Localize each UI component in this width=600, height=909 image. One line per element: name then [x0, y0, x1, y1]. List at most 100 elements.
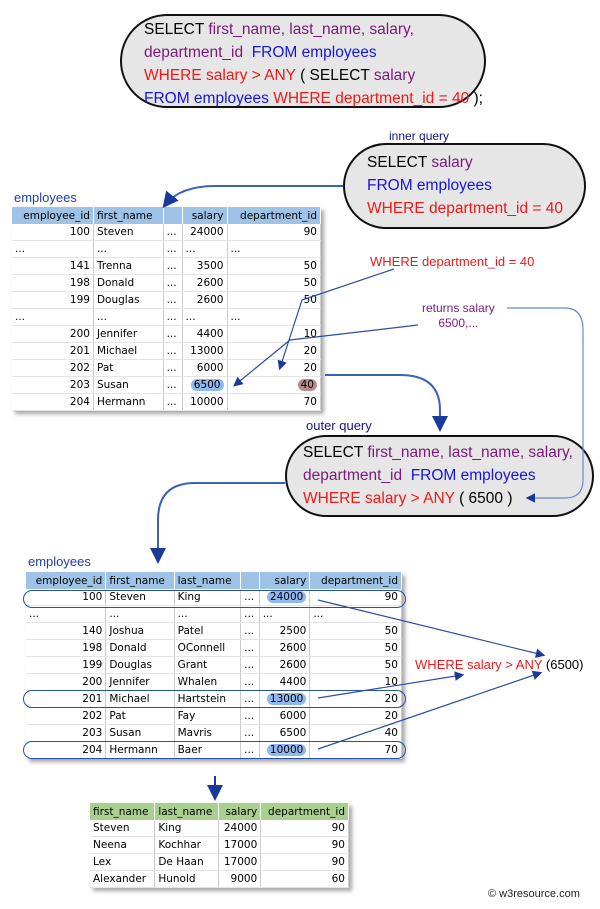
cell-value: ... [166, 328, 177, 340]
table-cell: 10 [309, 673, 402, 691]
cell-value: 202 [82, 710, 103, 722]
cell-value: Pat [109, 710, 126, 722]
table-cell: ... [163, 376, 183, 394]
cell-value: Jennifer [96, 328, 138, 340]
table-cell: ... [240, 673, 260, 691]
cell-value: ... [166, 226, 177, 238]
cell-value: ... [244, 710, 255, 722]
table-cell: ... [240, 605, 260, 623]
table-cell: Lex [90, 853, 156, 871]
column-header: department_id [260, 803, 349, 820]
cell-value: ... [166, 294, 177, 306]
table-cell: ... [240, 656, 260, 674]
query-token: WHERE salary > ANY [303, 490, 460, 507]
query-token: WHERE salary > ANY [144, 67, 301, 84]
cell-value: 10000 [190, 396, 224, 408]
table-cell: Mavris [174, 724, 242, 742]
cell-value: 90 [331, 856, 345, 868]
cell-value: Susan [96, 379, 129, 391]
cell-value: 200 [69, 328, 90, 340]
query-token: WHERE department_id = 40 [273, 90, 474, 107]
table-cell: ... [163, 240, 183, 258]
table-row: 200 Jennifer Whalen... 4400 10 [26, 673, 402, 691]
cell-value: Donald [96, 277, 135, 289]
column-header: first_name [90, 803, 156, 820]
cell-value: 17000 [223, 839, 258, 851]
table-row: ............... [12, 240, 321, 258]
cell-value: 204 [69, 396, 90, 408]
query-token: ); [473, 90, 483, 107]
cell-value: De Haan [158, 856, 204, 868]
table-row: 141 Trenna... 3500 50 [12, 257, 321, 275]
outer-query-bubble: SELECT first_name, last_name, salary, de… [285, 435, 594, 517]
table-cell: Steven [90, 820, 156, 837]
table-cell: ... [227, 308, 321, 326]
row-ring-204 [23, 741, 406, 759]
employees-table-inner: employee_id first_name salary department_id… [12, 207, 321, 411]
cell-value: ... [166, 277, 177, 289]
table-row: 199 Douglas... 2600 50 [12, 291, 321, 309]
cell-value: 140 [82, 625, 103, 637]
table-cell: 204 [12, 393, 94, 411]
table-cell: Hunold [154, 870, 220, 888]
table-cell: 200 [12, 325, 94, 343]
cell-value: 50 [384, 659, 398, 671]
query-token: department_id [303, 467, 411, 484]
header-row: employee_id first_name last_name salary depa… [26, 572, 402, 589]
column-header: salary [182, 207, 228, 224]
table-cell: Kochhar [154, 836, 220, 854]
table-cell: 2600 [259, 639, 311, 657]
cell-value: 100 [69, 226, 90, 238]
cell-value: 90 [331, 839, 345, 851]
table-cell: OConnell [174, 639, 242, 657]
cell-value: 50 [303, 260, 317, 272]
table-cell: ... [309, 605, 402, 623]
table-cell: 200 [26, 673, 107, 691]
table-cell: 20 [227, 342, 321, 360]
table-cell: Pat [93, 359, 164, 377]
table-row: 203 Susan... 6500 40 [12, 376, 321, 394]
cell-value: 10 [384, 676, 398, 688]
table-cell: ... [93, 240, 164, 258]
cell-value: 13000 [190, 345, 224, 357]
table-cell: Steven [93, 224, 164, 241]
column-header: last_name [154, 803, 220, 820]
cell-value: ... [244, 625, 255, 637]
cell-value: Trenna [96, 260, 133, 272]
table-cell: 10000 [182, 393, 228, 411]
column-header: department_id [227, 207, 321, 224]
cell-value: ... [109, 608, 120, 620]
cell-value: ... [166, 362, 177, 374]
cell-value: 202 [69, 362, 90, 374]
query-token: WHERE department_id = 40 [367, 200, 563, 217]
query-token: FROM employees [410, 467, 536, 484]
cell-value: Kochhar [158, 839, 201, 851]
table-cell: ... [174, 605, 242, 623]
inner-query-line: WHERE department_id = 40 [367, 197, 584, 220]
cell-value: ... [185, 311, 196, 323]
cell-value: 203 [82, 727, 103, 739]
cell-value: 50 [303, 277, 317, 289]
table-cell: 90 [227, 224, 321, 241]
table-cell: ... [93, 308, 164, 326]
table-cell: Donald [93, 274, 164, 292]
cell-value: ... [230, 311, 241, 323]
table-cell: 199 [26, 656, 107, 674]
cell-value: 24000 [223, 822, 258, 834]
table-cell: Douglas [93, 291, 164, 309]
query-token: salary [431, 154, 473, 171]
table-cell: 203 [12, 376, 94, 394]
cell-value: 203 [69, 379, 90, 391]
cell-value: 4400 [279, 676, 307, 688]
table-cell: ... [163, 274, 183, 292]
table-cell: 199 [12, 291, 94, 309]
cell-value: 20 [303, 362, 317, 374]
table-cell: ... [12, 240, 94, 258]
cell-value: ... [177, 608, 188, 620]
cell-value: ... [166, 379, 177, 391]
cell-value: 2600 [196, 294, 224, 306]
table-cell: ... [182, 240, 228, 258]
column-header: employee_id [12, 207, 94, 224]
query-token: department_id [144, 44, 252, 61]
main-query-line: SELECT first_name, last_name, salary, [144, 18, 484, 41]
